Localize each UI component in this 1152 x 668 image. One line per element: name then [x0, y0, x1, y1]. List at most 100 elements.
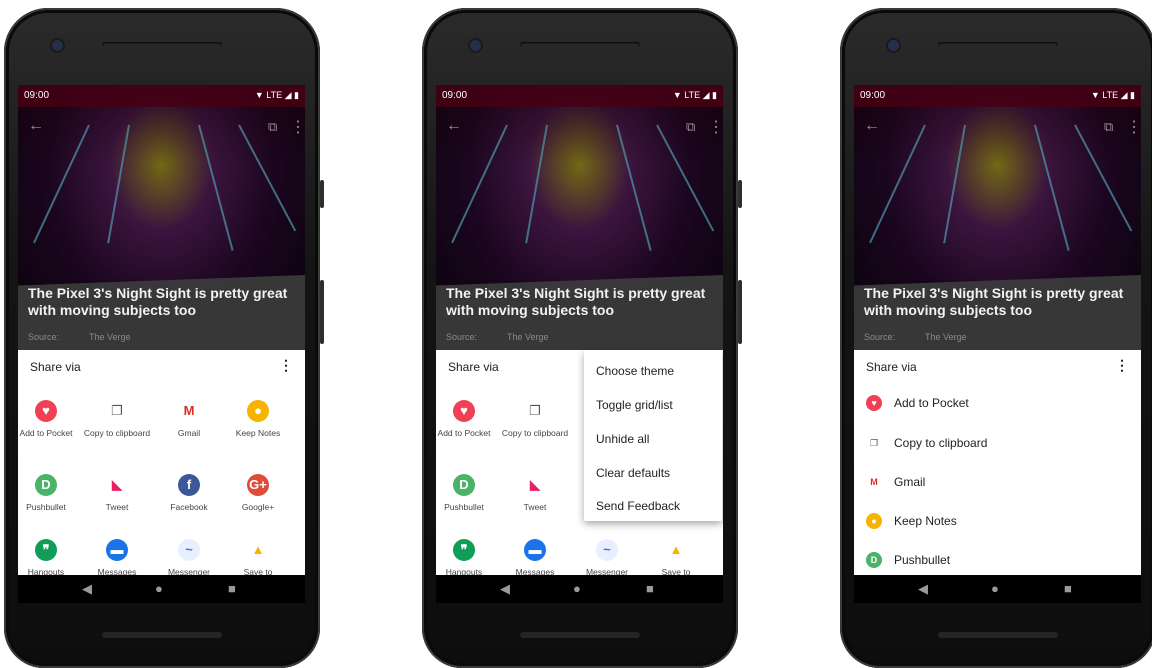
nav-home-icon[interactable]: ● [991, 581, 999, 596]
nav-home-icon[interactable]: ● [155, 581, 163, 596]
source-value: The Verge [507, 332, 549, 342]
pocket-icon: ♥ [866, 395, 882, 411]
share-target-tweet[interactable]: ◣ Tweet [82, 474, 152, 512]
messages-icon: ▬ [106, 539, 128, 561]
share-target-label: Messenger [167, 567, 211, 575]
share-target-pushbullet[interactable]: D Pushbullet [18, 474, 81, 512]
front-camera [52, 40, 63, 51]
share-target-googleplus[interactable]: G+ Google+ [223, 474, 293, 512]
share-target-label: Copy to clipboard [501, 428, 569, 438]
share-target-pocket[interactable]: ♥ Add to Pocket [18, 400, 81, 438]
share-target-tweet[interactable]: ◣ Tweet [500, 474, 570, 512]
share-list-gmail[interactable]: M Gmail [866, 470, 925, 494]
overflow-menu-icon[interactable]: ⋮ [1126, 117, 1141, 137]
share-sheet: Share via ⋮ ♥ Add to Pocket ❐ Copy to cl… [18, 350, 305, 575]
article-card[interactable]: The Pixel 3's Night Sight is pretty grea… [436, 275, 723, 350]
share-list-label: Gmail [894, 475, 926, 489]
share-target-label: Save to [661, 567, 691, 575]
googleplus-icon: G+ [247, 474, 269, 496]
bottom-speaker [102, 632, 222, 638]
drive-icon: ▲ [669, 542, 683, 557]
menu-item-choose-theme[interactable]: Choose theme [596, 364, 674, 378]
phone-grid: 09:00 ▼ LTE ◢ ▮ ← ⧉ ⋮ The Pixel 3's Nigh… [4, 8, 324, 668]
share-target-messenger[interactable]: ~ Messenger [154, 539, 224, 575]
status-bar: 09:00 ▼ LTE ◢ ▮ [18, 85, 305, 107]
source-value: The Verge [89, 332, 131, 342]
back-arrow-icon[interactable]: ← [446, 117, 462, 135]
share-target-label: Messages [515, 567, 555, 575]
overflow-menu: Choose theme Toggle grid/list Unhide all… [584, 350, 722, 521]
share-target-label: Hangouts [27, 567, 65, 575]
share-target-pocket[interactable]: ♥ Add to Pocket [436, 400, 499, 438]
share-target-label: Facebook [170, 502, 208, 512]
article-source: Source: The Verge [446, 332, 549, 342]
phone-menu: 09:00 ▼ LTE ◢ ▮ ← ⧉ ⋮ The Pixel 3's Nigh… [422, 8, 742, 668]
messenger-icon: ~ [596, 539, 618, 561]
status-time: 09:00 [860, 90, 886, 101]
phone-list: 09:00 ▼ LTE ◢ ▮ ← ⧉ ⋮ The Pixel 3's Nigh… [840, 8, 1152, 668]
menu-item-toggle-grid-list[interactable]: Toggle grid/list [596, 398, 673, 412]
share-list-pocket[interactable]: ♥ Add to Pocket [866, 391, 969, 415]
share-target-messages[interactable]: ▬ Messages [82, 539, 152, 575]
article-title: The Pixel 3's Night Sight is pretty grea… [28, 285, 288, 318]
share-target-keep[interactable]: ● Keep Notes [223, 400, 293, 438]
share-target-clipboard[interactable]: ❐ Copy to clipboard [500, 400, 570, 438]
share-target-label: Copy to clipboard [83, 428, 151, 438]
open-external-icon[interactable]: ⧉ [268, 119, 277, 135]
share-more-icon[interactable]: ⋮ [1115, 357, 1129, 374]
messages-icon: ▬ [524, 539, 546, 561]
status-icons: ▼ LTE ◢ ▮ [672, 90, 717, 100]
source-label: Source: [28, 332, 60, 342]
share-list-clipboard[interactable]: ❐ Copy to clipboard [866, 431, 987, 455]
back-arrow-icon[interactable]: ← [864, 117, 880, 135]
share-list-pushbullet[interactable]: D Pushbullet [866, 548, 950, 572]
overflow-menu-icon[interactable]: ⋮ [708, 117, 723, 137]
messenger-icon: ~ [178, 539, 200, 561]
share-target-clipboard[interactable]: ❐ Copy to clipboard [82, 400, 152, 438]
menu-item-clear-defaults[interactable]: Clear defaults [596, 466, 670, 480]
overflow-menu-icon[interactable]: ⋮ [290, 117, 305, 137]
power-button [738, 180, 742, 208]
status-icons: ▼ LTE ◢ ▮ [254, 90, 299, 100]
back-arrow-icon[interactable]: ← [28, 117, 44, 135]
share-target-label: Add to Pocket [19, 428, 73, 438]
share-target-gmail[interactable]: M Gmail [154, 400, 224, 438]
share-target-drive[interactable]: ▲ Save to [223, 539, 293, 575]
share-more-icon[interactable]: ⋮ [279, 357, 293, 374]
nav-back-icon[interactable]: ◀ [500, 581, 510, 597]
article-card[interactable]: The Pixel 3's Night Sight is pretty grea… [18, 275, 305, 350]
share-list-keep[interactable]: ● Keep Notes [866, 509, 957, 533]
facebook-icon: f [178, 474, 200, 496]
share-title: Share via [30, 360, 81, 374]
keep-notes-icon: ● [866, 513, 882, 529]
nav-recents-icon[interactable]: ■ [1064, 581, 1072, 596]
share-target-pushbullet[interactable]: D Pushbullet [436, 474, 499, 512]
share-target-messages[interactable]: ▬ Messages [500, 539, 570, 575]
volume-button [320, 280, 324, 344]
share-title: Share via [866, 360, 917, 374]
article-source: Source: The Verge [28, 332, 131, 342]
gmail-icon: M [870, 477, 878, 487]
menu-item-send-feedback[interactable]: Send Feedback [596, 499, 680, 513]
power-button [320, 180, 324, 208]
share-list-label: Copy to clipboard [894, 436, 988, 450]
article-title: The Pixel 3's Night Sight is pretty grea… [864, 285, 1124, 318]
front-camera [888, 40, 899, 51]
nav-back-icon[interactable]: ◀ [82, 581, 92, 597]
open-external-icon[interactable]: ⧉ [1104, 119, 1113, 135]
share-sheet: Share via ⋮ ♥ Add to Pocket ❐ Copy to cl… [854, 350, 1141, 575]
menu-item-unhide-all[interactable]: Unhide all [596, 432, 649, 446]
nav-back-icon[interactable]: ◀ [918, 581, 928, 597]
share-target-drive[interactable]: ▲ Save to [641, 539, 711, 575]
share-target-hangouts[interactable]: ❞ Hangouts [436, 539, 499, 575]
share-target-facebook[interactable]: f Facebook [154, 474, 224, 512]
nav-home-icon[interactable]: ● [573, 581, 581, 596]
share-target-messenger[interactable]: ~ Messenger [572, 539, 642, 575]
nav-recents-icon[interactable]: ■ [228, 581, 236, 596]
open-external-icon[interactable]: ⧉ [686, 119, 695, 135]
share-target-hangouts[interactable]: ❞ Hangouts [18, 539, 81, 575]
share-list-label: Pushbullet [894, 553, 951, 567]
share-target-label: Add to Pocket [437, 428, 491, 438]
article-card[interactable]: The Pixel 3's Night Sight is pretty grea… [854, 275, 1141, 350]
nav-recents-icon[interactable]: ■ [646, 581, 654, 596]
